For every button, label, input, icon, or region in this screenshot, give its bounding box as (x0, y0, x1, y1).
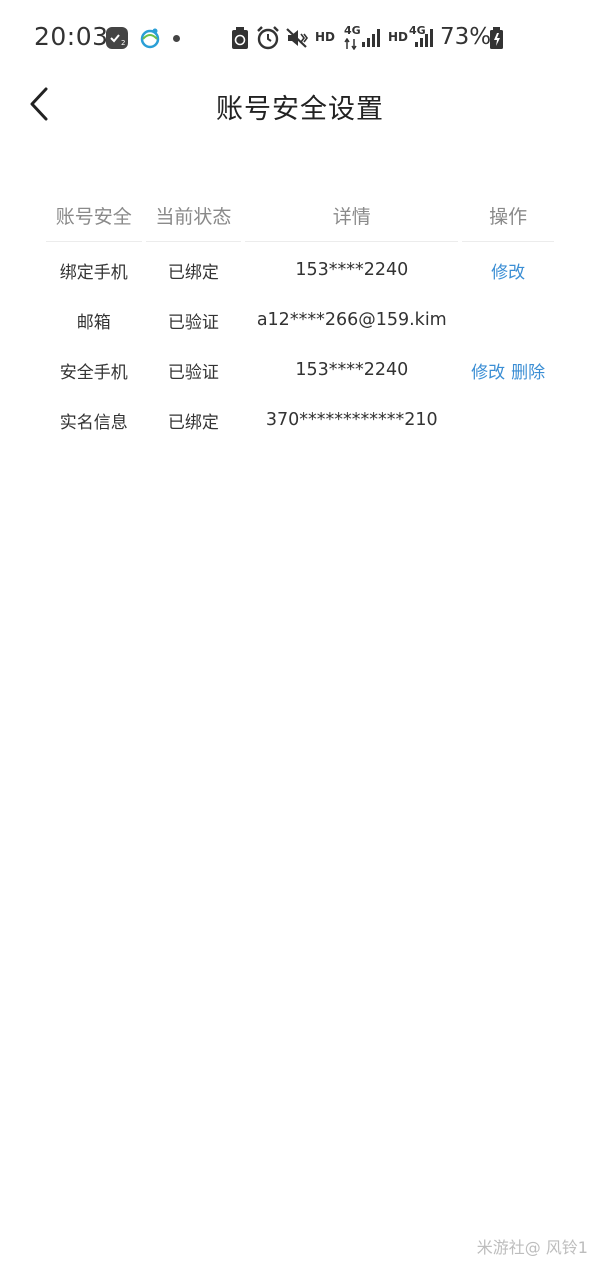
table-row: 安全手机 已验证 153****2240 修改 删除 (44, 345, 556, 395)
signal-icon (362, 29, 380, 47)
row-item: 邮箱 (76, 312, 111, 333)
row-actions: 修改 (462, 258, 554, 283)
row-detail: 153****2240 (295, 260, 409, 280)
table-row: 实名信息 已绑定 370************210 (44, 395, 556, 445)
battery-saver-icon (232, 27, 248, 49)
row-detail: a12****266@159.kim (256, 310, 447, 330)
status-bar: 20:03 2 HD 4G HD 4G 73% (0, 0, 600, 78)
4g-label-1: 4G (344, 24, 361, 37)
row-detail: 153****2240 (295, 360, 409, 380)
modify-phone-button[interactable]: 修改 (491, 258, 525, 283)
data-arrows-icon (344, 38, 357, 50)
table-row: 绑定手机 已绑定 153****2240 修改 (44, 245, 556, 295)
row-status: 已绑定 (167, 412, 219, 433)
row-status: 已绑定 (167, 262, 219, 283)
table-row: 邮箱 已验证 a12****266@159.kim (44, 295, 556, 345)
alarm-icon (257, 26, 279, 50)
table-header: 账号安全 当前状态 详情 操作 (44, 192, 556, 242)
mobile-network-icon (140, 28, 160, 49)
header-details: 详情 (245, 192, 459, 242)
row-actions: 修改 删除 (462, 358, 554, 383)
modify-security-phone-button[interactable]: 修改 (471, 358, 505, 383)
account-security-table: 账号安全 当前状态 详情 操作 绑定手机 已绑定 153****2240 修改 … (44, 192, 556, 445)
header-account-security: 账号安全 (46, 192, 142, 242)
row-item: 实名信息 (59, 412, 128, 433)
header-actions: 操作 (462, 192, 554, 242)
row-status: 已验证 (167, 312, 219, 333)
row-detail: 370************210 (265, 410, 438, 430)
row-item: 安全手机 (59, 362, 128, 383)
dot-icon (173, 35, 180, 42)
svg-text:2: 2 (121, 39, 125, 47)
tasks-icon: 2 (106, 27, 128, 49)
page-title: 账号安全设置 (216, 94, 384, 125)
hd-label-2: HD (388, 30, 409, 44)
status-time: 20:03 (34, 22, 109, 51)
mute-icon (286, 28, 308, 48)
charging-battery-icon (490, 27, 503, 49)
watermark: 米游社@ 风铃1 (476, 1238, 588, 1257)
row-status: 已验证 (167, 362, 219, 383)
header-current-status: 当前状态 (145, 192, 242, 242)
row-item: 绑定手机 (59, 262, 128, 283)
delete-security-phone-button[interactable]: 删除 (511, 358, 545, 383)
battery-percent: 73% (440, 24, 492, 50)
signal-icon (415, 29, 433, 47)
hd-label-1: HD (315, 30, 336, 44)
